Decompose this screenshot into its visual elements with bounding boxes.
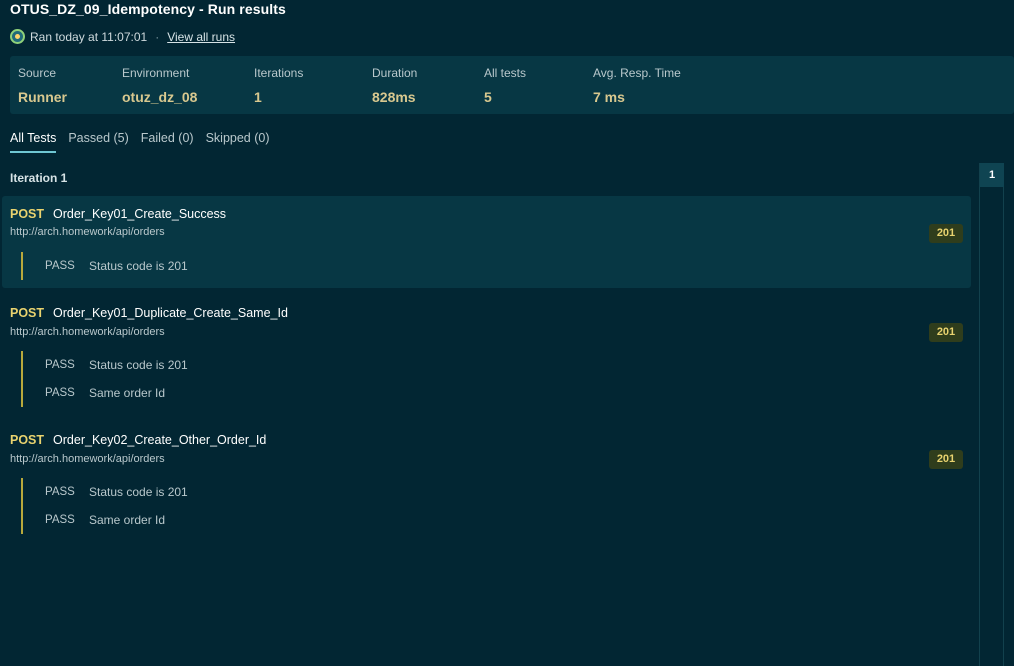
test-results: PASS Status code is 201 PASS Same order … bbox=[21, 351, 188, 407]
request-method: POST bbox=[10, 306, 45, 320]
view-all-runs-link[interactable]: View all runs bbox=[167, 30, 235, 44]
summary-source: Source Runner bbox=[18, 66, 67, 105]
request-method: POST bbox=[10, 207, 45, 221]
duration-label: Duration bbox=[372, 66, 418, 80]
all-tests-label: All tests bbox=[484, 66, 527, 80]
duration-value: 828ms bbox=[372, 89, 416, 105]
test-result: PASS bbox=[45, 260, 75, 272]
run-summary-panel: Source Runner Environment otuz_dz_08 Ite… bbox=[10, 56, 1014, 114]
request-item[interactable]: POST Order_Key01_Duplicate_Create_Same_I… bbox=[2, 295, 971, 410]
run-time-text: Ran today at 11:07:01 bbox=[30, 29, 148, 44]
status-code-badge: 201 bbox=[929, 450, 963, 469]
page-title: OTUS_DZ_09_Idempotency - Run results bbox=[10, 1, 286, 17]
iteration-page-button[interactable]: 1 bbox=[980, 163, 1004, 187]
all-tests-value: 5 bbox=[484, 89, 492, 105]
request-header: POST Order_Key01_Create_Success bbox=[10, 207, 226, 221]
environment-value: otuz_dz_08 bbox=[122, 89, 198, 105]
request-header: POST Order_Key02_Create_Other_Order_Id bbox=[10, 433, 266, 447]
results-tabs: All Tests Passed (5) Failed (0) Skipped … bbox=[10, 131, 282, 153]
test-name: Status code is 201 bbox=[89, 485, 188, 499]
summary-all-tests: All tests 5 bbox=[484, 66, 526, 105]
test-result: PASS bbox=[45, 359, 75, 371]
request-name: Order_Key01_Create_Success bbox=[53, 207, 227, 221]
request-name: Order_Key01_Duplicate_Create_Same_Id bbox=[53, 306, 288, 320]
source-value: Runner bbox=[18, 89, 67, 105]
test-name: Status code is 201 bbox=[89, 358, 188, 372]
runner-status-icon bbox=[10, 29, 25, 44]
status-code-badge: 201 bbox=[929, 323, 963, 342]
tab-passed[interactable]: Passed (5) bbox=[68, 131, 128, 153]
test-name: Same order Id bbox=[89, 513, 166, 527]
source-label: Source bbox=[18, 66, 57, 80]
request-item[interactable]: POST Order_Key02_Create_Other_Order_Id h… bbox=[2, 422, 971, 537]
test-result: PASS bbox=[45, 486, 75, 498]
run-results-page: OTUS_DZ_09_Idempotency - Run results Ran… bbox=[0, 0, 1014, 666]
tab-all-tests[interactable]: All Tests bbox=[10, 131, 57, 153]
request-name: Order_Key02_Create_Other_Order_Id bbox=[53, 433, 267, 447]
run-info: Ran today at 11:07:01 · View all runs bbox=[10, 29, 235, 44]
test-name: Same order Id bbox=[89, 386, 166, 400]
iteration-pager: 1 bbox=[979, 163, 1004, 666]
avg-response-value: 7 ms bbox=[593, 89, 625, 105]
summary-environment: Environment otuz_dz_08 bbox=[122, 66, 197, 105]
iteration-title: Iteration 1 bbox=[10, 171, 68, 185]
summary-avg-response: Avg. Resp. Time 7 ms bbox=[593, 66, 681, 105]
tab-failed[interactable]: Failed (0) bbox=[141, 131, 194, 153]
summary-iterations: Iterations 1 bbox=[254, 66, 303, 105]
test-results: PASS Status code is 201 bbox=[21, 252, 188, 280]
test-name: Status code is 201 bbox=[89, 259, 188, 273]
request-method: POST bbox=[10, 433, 45, 447]
separator-dot: · bbox=[155, 29, 160, 44]
request-header: POST Order_Key01_Duplicate_Create_Same_I… bbox=[10, 306, 288, 320]
tab-skipped[interactable]: Skipped (0) bbox=[206, 131, 270, 153]
status-code-badge: 201 bbox=[929, 224, 963, 243]
iterations-label: Iterations bbox=[254, 66, 304, 80]
request-item[interactable]: POST Order_Key01_Create_Success http://a… bbox=[2, 196, 971, 288]
request-url: http://arch.homework/api/orders bbox=[10, 226, 165, 238]
test-results: PASS Status code is 201 PASS Same order … bbox=[21, 478, 188, 534]
summary-duration: Duration 828ms bbox=[372, 66, 417, 105]
request-url: http://arch.homework/api/orders bbox=[10, 453, 165, 465]
environment-label: Environment bbox=[122, 66, 190, 80]
avg-response-label: Avg. Resp. Time bbox=[593, 66, 681, 80]
test-result: PASS bbox=[45, 514, 75, 526]
iterations-value: 1 bbox=[254, 89, 262, 105]
request-url: http://arch.homework/api/orders bbox=[10, 326, 165, 338]
test-result: PASS bbox=[45, 387, 75, 399]
